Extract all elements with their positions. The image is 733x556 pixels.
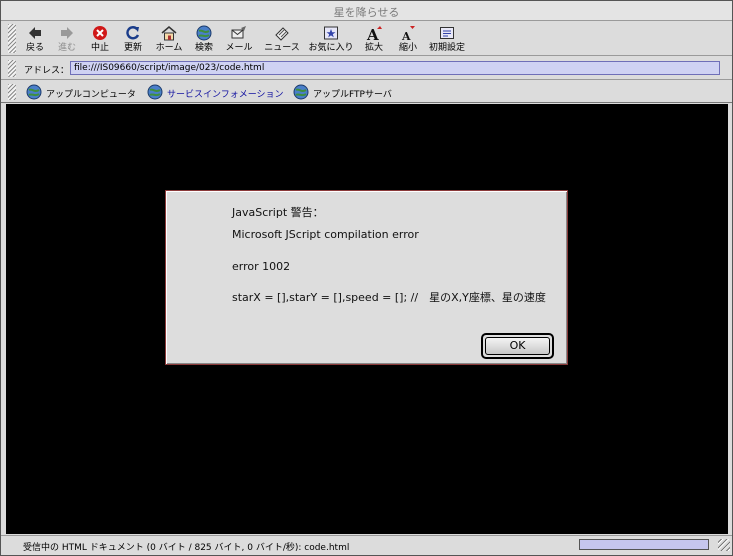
favorites-button[interactable]: お気に入り [307, 25, 355, 55]
browser-window: 星を降らせる 戻る 進む 中止 更新 ホーム 検索 メール ニュース お気に入り… [0, 0, 733, 556]
address-input[interactable] [70, 61, 720, 75]
search-button[interactable]: 検索 [193, 25, 215, 55]
search-globe-icon [196, 25, 212, 41]
favorite-label: サービスインフォメーション [167, 90, 284, 100]
mail-icon [231, 26, 246, 39]
back-label: 戻る [25, 43, 44, 53]
text-smaller-button[interactable]: A 縮小 [397, 25, 419, 55]
home-button[interactable]: ホーム [154, 25, 184, 55]
toolbar: 戻る 進む 中止 更新 ホーム 検索 メール ニュース お気に入り A 拡大 A… [1, 21, 732, 56]
mail-label: メール [225, 43, 253, 53]
svg-text:A: A [401, 30, 411, 41]
stop-label: 中止 [90, 43, 109, 53]
toolbar-grip[interactable] [8, 24, 16, 53]
dialog-error-message: Microsoft JScript compilation error [232, 228, 419, 241]
home-label: ホーム [155, 43, 183, 53]
text-larger-button[interactable]: A 拡大 [363, 25, 385, 55]
globe-icon [26, 84, 42, 100]
text-smaller-icon: A [401, 26, 415, 41]
stop-button[interactable]: 中止 [90, 25, 110, 55]
ok-button-frame: OK [481, 333, 554, 359]
back-button[interactable]: 戻る [25, 25, 45, 55]
globe-icon [293, 84, 309, 100]
text-larger-label: 拡大 [364, 43, 383, 53]
dialog-error-code: error 1002 [232, 260, 291, 273]
window-title: 星を降らせる [333, 6, 400, 19]
ok-button[interactable]: OK [485, 337, 550, 355]
preferences-button[interactable]: 初期設定 [429, 25, 465, 55]
news-button[interactable]: ニュース [263, 25, 301, 55]
dialog-code-line: starX = [],starY = [],speed = []; // 星のX… [232, 291, 546, 304]
dialog-title: JavaScript 警告： [232, 206, 324, 219]
mail-button[interactable]: メール [223, 25, 255, 55]
address-grip[interactable] [8, 60, 16, 77]
stop-icon [93, 26, 107, 40]
preferences-label: 初期設定 [429, 43, 466, 53]
favorites-bar: アップルコンピュータ サービスインフォメーション アップルFTPサーバ [1, 81, 732, 103]
status-text: 受信中の HTML ドキュメント (0 バイト / 825 バイト, 0 バイト… [23, 543, 350, 553]
favorite-apple-ftp-server[interactable]: アップルFTPサーバ [293, 84, 398, 100]
news-icon [275, 27, 289, 41]
resize-grip[interactable] [718, 539, 730, 551]
javascript-alert-dialog: JavaScript 警告： Microsoft JScript compila… [165, 190, 568, 365]
refresh-button[interactable]: 更新 [122, 25, 144, 55]
back-arrow-icon [29, 27, 41, 39]
forward-arrow-icon [61, 27, 73, 39]
favorites-grip[interactable] [8, 84, 16, 100]
search-label: 検索 [194, 43, 213, 53]
progress-fill [580, 540, 708, 549]
title-bar[interactable]: 星を降らせる [1, 1, 732, 21]
status-bar: 受信中の HTML ドキュメント (0 バイト / 825 バイト, 0 バイト… [1, 535, 732, 555]
text-larger-icon: A [366, 26, 382, 41]
progress-bar [579, 539, 709, 550]
globe-icon [147, 84, 163, 100]
refresh-label: 更新 [123, 43, 142, 53]
forward-label: 進む [57, 43, 76, 53]
favorite-apple-computer[interactable]: アップルコンピュータ [26, 84, 141, 100]
address-label: アドレス： [24, 66, 70, 76]
favorites-label: お気に入り [308, 43, 354, 53]
home-icon [161, 26, 177, 41]
favorite-label: アップルFTPサーバ [313, 90, 392, 100]
refresh-icon [126, 26, 140, 40]
forward-button[interactable]: 進む [57, 25, 77, 55]
address-bar: アドレス： [1, 57, 732, 80]
text-smaller-label: 縮小 [398, 43, 417, 53]
favorites-icon [324, 26, 338, 40]
svg-text:A: A [366, 26, 379, 41]
favorite-service-information[interactable]: サービスインフォメーション [147, 84, 287, 100]
news-label: ニュース [264, 43, 300, 53]
favorite-label: アップルコンピュータ [46, 90, 136, 100]
preferences-icon [440, 27, 454, 39]
